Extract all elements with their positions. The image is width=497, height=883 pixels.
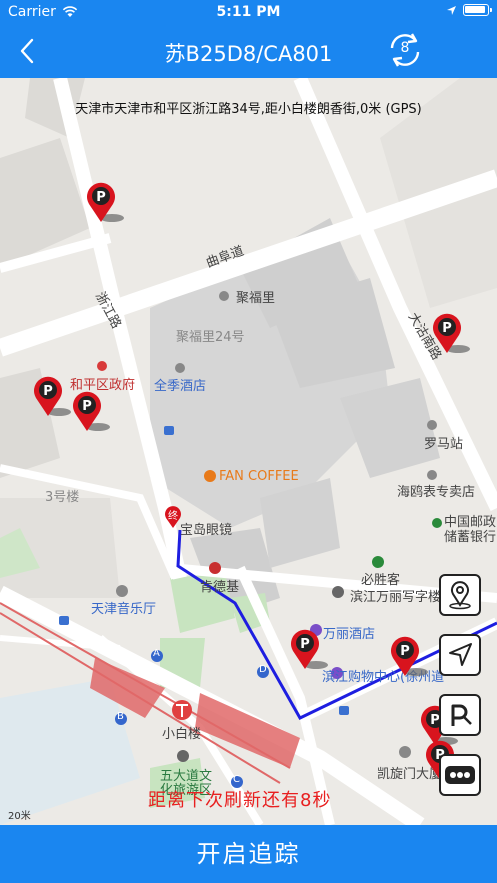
location-arrow-icon bbox=[447, 5, 456, 15]
svg-text:P: P bbox=[400, 644, 410, 659]
metro-entrance-b: B bbox=[117, 711, 124, 722]
parking-marker[interactable]: P bbox=[33, 374, 71, 418]
parking-pin-icon: P bbox=[34, 376, 71, 416]
battery-icon bbox=[463, 4, 492, 16]
map-scale: 20米 bbox=[8, 811, 31, 822]
refresh-countdown: 距离下次刷新还有8秒 bbox=[148, 790, 332, 811]
map-view[interactable]: 天津市天津市和平区浙江路34号,距小白楼朗香街,0米 (GPS) 曲阜道 浙江路… bbox=[0, 78, 497, 825]
navigate-arrow-icon bbox=[449, 643, 472, 666]
parking-marker[interactable]: P bbox=[432, 311, 470, 355]
svg-text:P: P bbox=[442, 321, 452, 336]
parking-pin-icon: P bbox=[391, 636, 428, 676]
poi-label: 宝岛眼镜 bbox=[180, 523, 233, 538]
nav-bar: 苏B25D8/CA801 8 bbox=[0, 24, 497, 78]
poi-label: 海鸥表专卖店 bbox=[397, 485, 476, 500]
refresh-button[interactable]: 8 bbox=[385, 29, 425, 71]
more-button[interactable] bbox=[439, 754, 481, 796]
refresh-count: 8 bbox=[400, 40, 410, 56]
location-pin-icon bbox=[449, 581, 471, 610]
poi-label: FAN COFFEE bbox=[219, 469, 299, 484]
parking-icon bbox=[451, 704, 472, 726]
poi-label: 罗马站 bbox=[424, 437, 464, 452]
status-right bbox=[446, 4, 492, 16]
poi-label: 滨江万丽写字楼 bbox=[350, 590, 442, 605]
more-icon bbox=[445, 766, 475, 784]
parking-marker[interactable]: P bbox=[390, 634, 428, 678]
poi-label: 3号楼 bbox=[45, 490, 80, 505]
poi-label: 储蓄银行 bbox=[444, 530, 497, 545]
svg-text:P: P bbox=[82, 399, 92, 414]
locate-button[interactable] bbox=[439, 574, 481, 616]
poi-label: 万丽酒店 bbox=[323, 627, 376, 642]
poi-label: 全季酒店 bbox=[154, 379, 207, 394]
svg-text:P: P bbox=[300, 637, 310, 652]
parking-pin-icon: P bbox=[433, 313, 470, 353]
address-text: 天津市天津市和平区浙江路34号,距小白楼朗香街,0米 (GPS) bbox=[75, 102, 422, 117]
svg-text:P: P bbox=[96, 190, 106, 205]
navigate-button[interactable] bbox=[439, 634, 481, 676]
svg-text:P: P bbox=[43, 384, 53, 399]
parking-pin-icon: P bbox=[73, 391, 110, 431]
metro-entrance-a: A bbox=[153, 648, 160, 659]
metro-entrance-d: D bbox=[259, 664, 267, 675]
route-end-marker: 终 bbox=[164, 506, 182, 528]
parking-marker[interactable]: P bbox=[86, 180, 124, 224]
metro-entrance-c: C bbox=[233, 774, 240, 785]
poi-label: 天津音乐厅 bbox=[91, 602, 157, 617]
start-tracking-button[interactable]: 开启追踪 bbox=[0, 825, 497, 883]
parking-marker[interactable]: P bbox=[72, 389, 110, 433]
parking-marker[interactable]: P bbox=[290, 627, 328, 671]
poi-label: 肯德基 bbox=[200, 580, 240, 595]
parking-button[interactable] bbox=[439, 694, 481, 736]
status-time: 5:11 PM bbox=[216, 4, 281, 20]
parking-pin-icon: P bbox=[87, 182, 124, 222]
poi-label: 聚福里24号 bbox=[176, 330, 245, 345]
poi-label: 聚福里 bbox=[236, 291, 276, 306]
poi-label: 小白楼 bbox=[162, 727, 202, 742]
route-end-label: 终 bbox=[168, 511, 178, 522]
parking-pin-icon: P bbox=[291, 629, 328, 669]
status-bar: Carrier 5:11 PM bbox=[0, 0, 497, 24]
